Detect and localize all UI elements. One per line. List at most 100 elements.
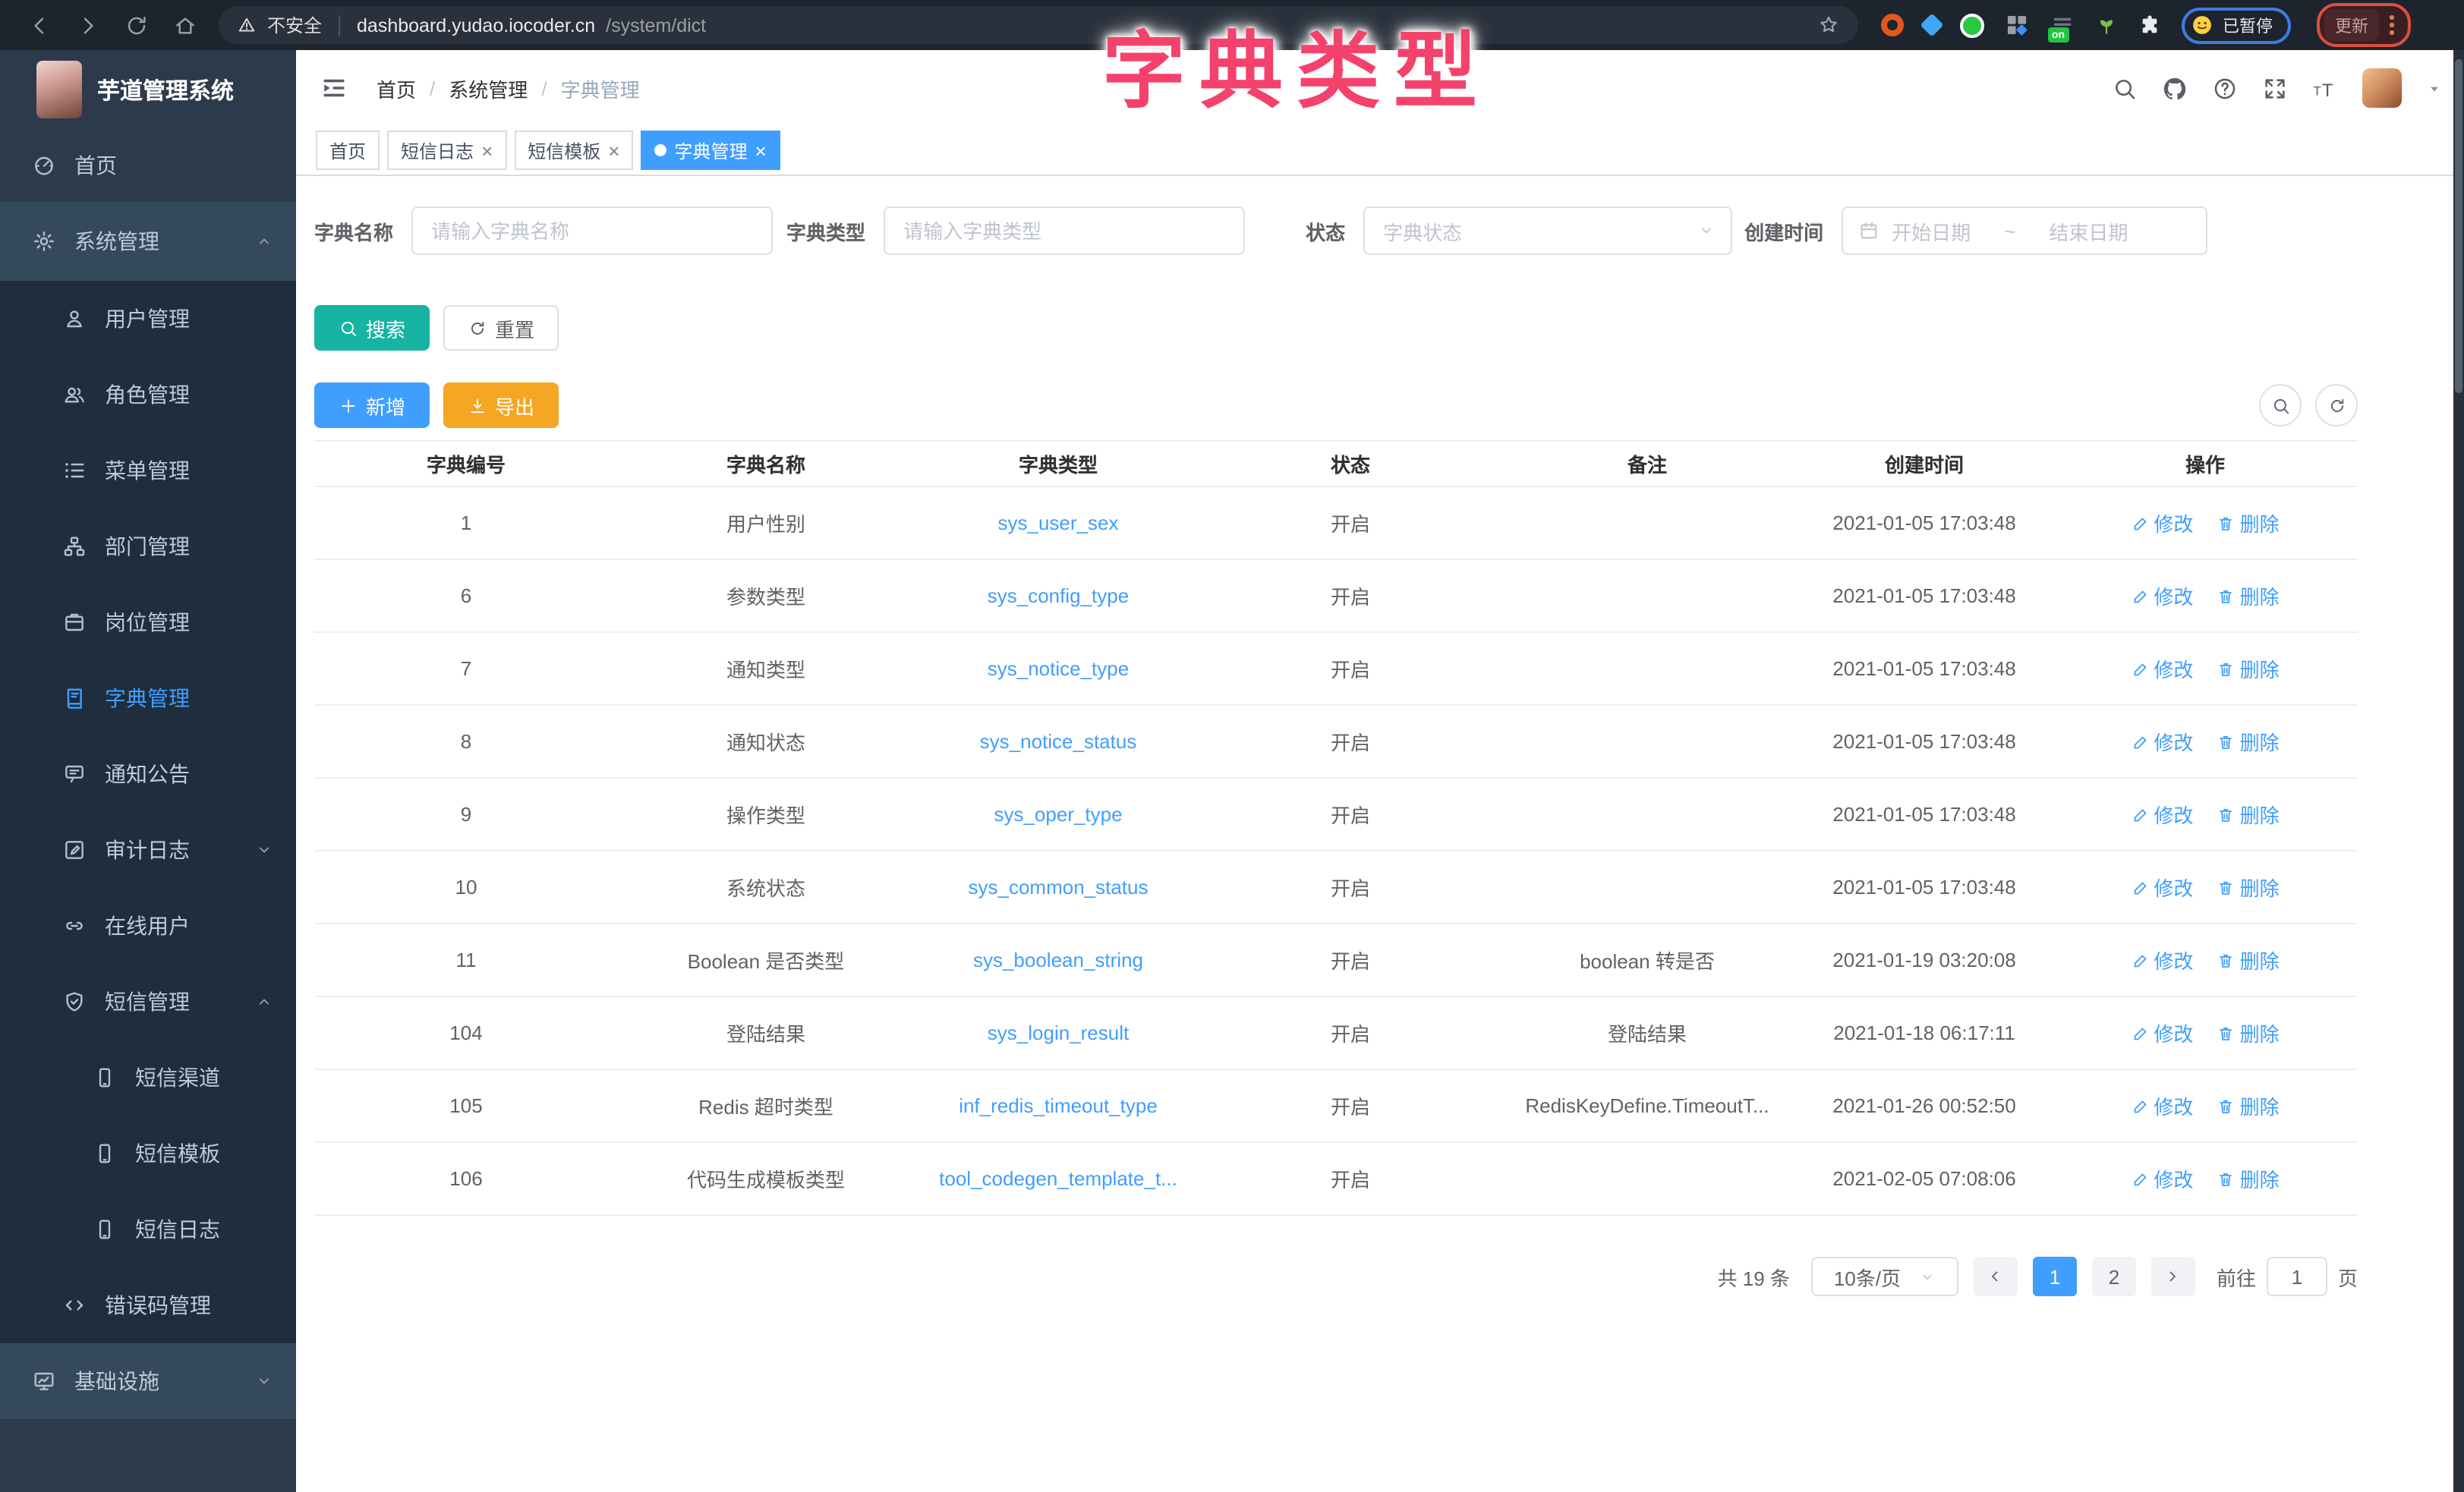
edit-link[interactable]: 修改: [2131, 508, 2193, 537]
page-scrollbar[interactable]: [2453, 50, 2464, 1492]
refresh-table-button[interactable]: [2315, 384, 2358, 427]
tab-close-icon[interactable]: [608, 140, 619, 160]
edit-link[interactable]: 修改: [2131, 873, 2193, 902]
date-range-picker[interactable]: 开始日期 ~ 结束日期: [1842, 206, 2207, 255]
text-size-icon[interactable]: TT: [2312, 75, 2338, 101]
export-button[interactable]: 导出: [443, 382, 559, 428]
sidebar-item-online-users[interactable]: 在线用户: [0, 888, 296, 964]
sidebar-item-sms-template[interactable]: 短信模板: [0, 1116, 296, 1191]
sidebar-item-sms-log[interactable]: 短信日志: [0, 1191, 296, 1267]
cell-dict-type-link[interactable]: sys_notice_type: [914, 632, 1202, 705]
cell-dict-name: Boolean 是否类型: [618, 924, 914, 996]
edit-link[interactable]: 修改: [2131, 654, 2193, 683]
edit-link[interactable]: 修改: [2131, 1018, 2193, 1047]
puzzle-icon[interactable]: [2138, 13, 2162, 37]
grid-extension-icon[interactable]: [2004, 12, 2030, 38]
edit-link[interactable]: 修改: [2131, 946, 2193, 974]
security-label[interactable]: 不安全: [267, 12, 322, 38]
edit-link[interactable]: 修改: [2131, 1091, 2193, 1120]
edit-link[interactable]: 修改: [2131, 1164, 2193, 1193]
orange-extension-icon[interactable]: [1881, 14, 1904, 36]
sidebar-item-posts[interactable]: 岗位管理: [0, 584, 296, 660]
sidebar-item-dict[interactable]: 字典管理: [0, 660, 296, 736]
tab-sms-template[interactable]: 短信模板: [514, 131, 633, 170]
cell-dict-type-link[interactable]: sys_notice_status: [914, 705, 1202, 778]
reload-icon[interactable]: [124, 13, 149, 37]
sidebar-item-roles[interactable]: 角色管理: [0, 357, 296, 433]
menu-dots-icon[interactable]: [2390, 16, 2393, 35]
prev-page-button[interactable]: [1974, 1257, 2018, 1296]
sidebar-item-infra[interactable]: 基础设施: [0, 1343, 296, 1419]
status-select[interactable]: 字典状态: [1363, 206, 1732, 255]
delete-link[interactable]: 删除: [2217, 946, 2280, 974]
sprout-extension-icon[interactable]: [2095, 14, 2118, 36]
delete-link[interactable]: 删除: [2217, 654, 2280, 683]
cell-dict-type-link[interactable]: sys_user_sex: [914, 486, 1202, 559]
delete-link[interactable]: 删除: [2217, 1018, 2280, 1047]
page-button-1[interactable]: 1: [2033, 1257, 2077, 1296]
reset-button[interactable]: 重置: [443, 305, 559, 351]
edit-link[interactable]: 修改: [2131, 800, 2193, 829]
search-button[interactable]: 搜索: [314, 305, 430, 351]
cell-dict-type-link[interactable]: sys_config_type: [914, 559, 1202, 632]
back-icon[interactable]: [27, 13, 52, 37]
caret-down-icon[interactable]: [2426, 80, 2443, 96]
goto-page-input[interactable]: [2267, 1257, 2327, 1296]
cell-dict-type-link[interactable]: sys_boolean_string: [914, 924, 1202, 996]
address-bar[interactable]: 不安全 dashboard.yudao.iocoder.cn/system/di…: [219, 6, 1858, 44]
fullscreen-icon[interactable]: [2262, 75, 2288, 101]
sidebar-item-home[interactable]: 首页: [0, 129, 296, 202]
sidebar-item-menus[interactable]: 菜单管理: [0, 433, 296, 508]
home-icon[interactable]: [173, 13, 197, 37]
sidebar-item-users[interactable]: 用户管理: [0, 281, 296, 357]
forward-icon[interactable]: [76, 13, 100, 37]
breadcrumb-system[interactable]: 系统管理: [449, 74, 528, 102]
avatar[interactable]: [2362, 68, 2402, 108]
sidebar-item-sms-channel[interactable]: 短信渠道: [0, 1040, 296, 1116]
delete-link[interactable]: 删除: [2217, 1091, 2280, 1120]
scrollbar-thumb[interactable]: [2455, 59, 2462, 393]
edit-link[interactable]: 修改: [2131, 727, 2193, 756]
cell-dict-type-link[interactable]: sys_oper_type: [914, 778, 1202, 851]
edit-link[interactable]: 修改: [2131, 581, 2193, 610]
sidebar-item-sms[interactable]: 短信管理: [0, 964, 296, 1040]
next-page-button[interactable]: [2151, 1257, 2195, 1296]
delete-link[interactable]: 删除: [2217, 873, 2280, 902]
hamburger-fold-icon[interactable]: [320, 74, 348, 102]
sidebar-item-system[interactable]: 系统管理: [0, 202, 296, 281]
tab-dict-manage[interactable]: 字典管理: [641, 131, 780, 170]
profile-pill[interactable]: 已暂停: [2182, 7, 2291, 43]
green-extension-icon[interactable]: [1960, 13, 1984, 37]
cell-dict-type-link[interactable]: sys_common_status: [914, 851, 1202, 924]
toggle-search-button[interactable]: [2259, 384, 2302, 427]
cell-dict-type-link[interactable]: inf_redis_timeout_type: [914, 1069, 1202, 1142]
cell-dict-type-link[interactable]: sys_login_result: [914, 996, 1202, 1069]
sidebar-item-notice[interactable]: 通知公告: [0, 736, 296, 812]
search-icon[interactable]: [2112, 75, 2138, 101]
delete-link[interactable]: 删除: [2217, 1164, 2280, 1193]
delete-link[interactable]: 删除: [2217, 727, 2280, 756]
dict-name-input[interactable]: [411, 206, 773, 255]
delete-link[interactable]: 删除: [2217, 800, 2280, 829]
add-button[interactable]: 新增: [314, 382, 430, 428]
delete-link[interactable]: 删除: [2217, 508, 2280, 537]
lines-extension-icon[interactable]: on: [2050, 12, 2075, 38]
dict-type-input[interactable]: [884, 206, 1245, 255]
tab-sms-log[interactable]: 短信日志: [387, 131, 506, 170]
gem-extension-icon[interactable]: [1920, 13, 1943, 36]
breadcrumb-home[interactable]: 首页: [377, 74, 416, 102]
sidebar-item-audit-log[interactable]: 审计日志: [0, 812, 296, 888]
github-icon[interactable]: [2162, 75, 2188, 101]
tab-home[interactable]: 首页: [316, 131, 380, 170]
page-size-select[interactable]: 10条/页: [1811, 1257, 1958, 1296]
cell-dict-type-link[interactable]: tool_codegen_template_t...: [914, 1142, 1202, 1215]
sidebar-item-error-code[interactable]: 错误码管理: [0, 1267, 296, 1343]
bookmark-star-icon[interactable]: [1817, 14, 1840, 36]
tab-close-icon[interactable]: [481, 140, 493, 160]
tab-close-icon[interactable]: [755, 140, 767, 160]
question-icon[interactable]: [2212, 75, 2238, 101]
delete-link[interactable]: 删除: [2217, 581, 2280, 610]
sidebar-item-departments[interactable]: 部门管理: [0, 508, 296, 584]
update-button[interactable]: 更新: [2324, 9, 2379, 41]
page-button-2[interactable]: 2: [2092, 1257, 2136, 1296]
